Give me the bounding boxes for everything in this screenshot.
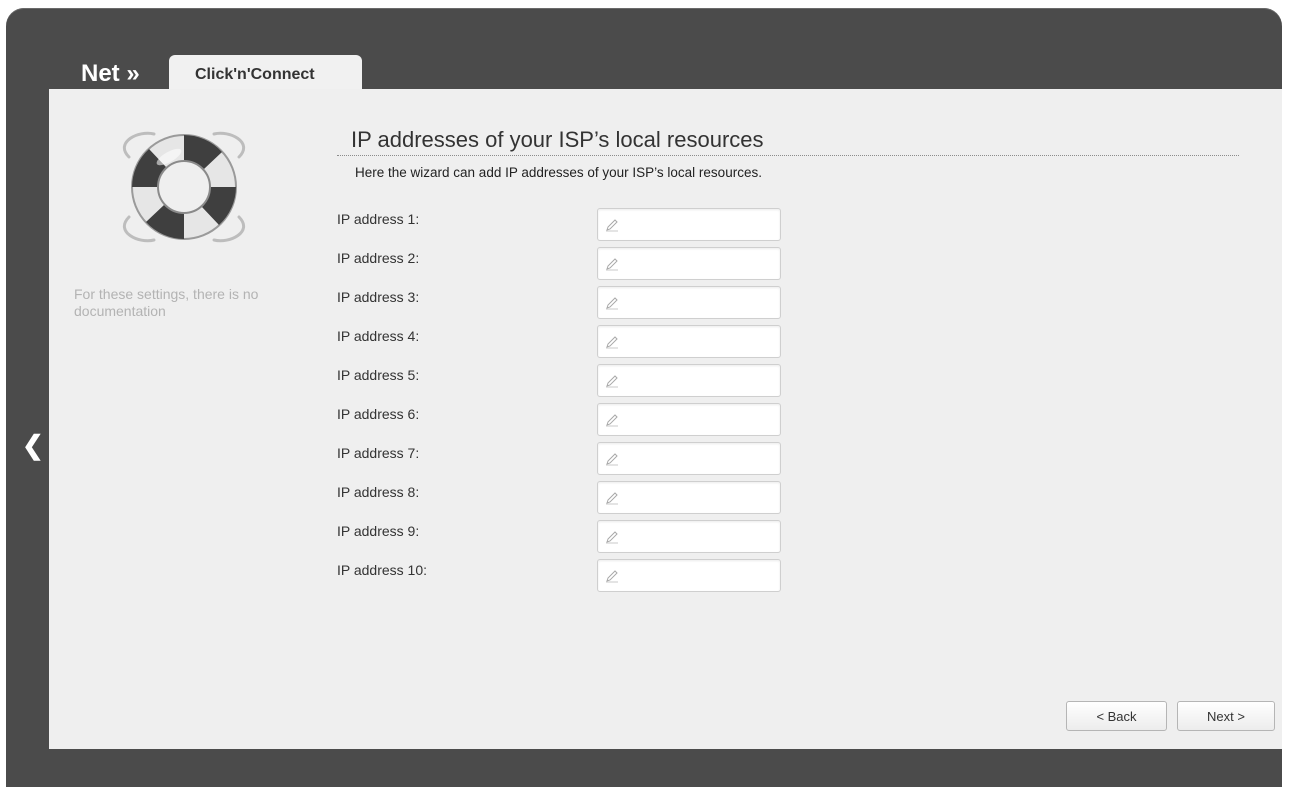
section-heading: IP addresses of your ISP’s local resourc…	[351, 127, 764, 152]
pencil-icon	[606, 336, 618, 349]
ip-address-2-field[interactable]	[597, 247, 781, 280]
ip-address-7-input[interactable]	[620, 448, 774, 470]
pencil-icon	[606, 570, 618, 583]
ip-address-row: IP address 9:	[337, 520, 797, 553]
ip-address-label: IP address 5:	[337, 367, 420, 383]
ip-address-label: IP address 4:	[337, 328, 420, 344]
ip-address-row: IP address 10:	[337, 559, 797, 592]
ip-address-8-field[interactable]	[597, 481, 781, 514]
content-panel: For these settings, there is no document…	[49, 89, 1282, 749]
ip-address-7-field[interactable]	[597, 442, 781, 475]
ip-address-label: IP address 2:	[337, 250, 420, 266]
pencil-icon	[606, 375, 618, 388]
pencil-icon	[606, 297, 618, 310]
ip-address-label: IP address 10:	[337, 562, 428, 578]
ip-address-6-input[interactable]	[620, 409, 774, 431]
ip-address-5-field[interactable]	[597, 364, 781, 397]
pencil-icon	[606, 453, 618, 466]
pencil-icon	[606, 258, 618, 271]
ip-address-5-input[interactable]	[620, 370, 774, 392]
ip-address-label: IP address 7:	[337, 445, 420, 461]
ip-address-3-input[interactable]	[620, 292, 774, 314]
page-title: Net »	[81, 60, 140, 87]
ip-address-row: IP address 8:	[337, 481, 797, 514]
chevron-left-icon[interactable]: ❮	[22, 430, 44, 461]
ip-address-1-field[interactable]	[597, 208, 781, 241]
ip-address-6-field[interactable]	[597, 403, 781, 436]
ip-address-label: IP address 6:	[337, 406, 420, 422]
ip-address-label: IP address 9:	[337, 523, 420, 539]
back-button[interactable]: < Back	[1066, 701, 1167, 731]
ip-address-10-input[interactable]	[620, 565, 774, 587]
ip-address-3-field[interactable]	[597, 286, 781, 319]
ip-address-4-field[interactable]	[597, 325, 781, 358]
ip-address-row: IP address 4:	[337, 325, 797, 358]
ip-address-8-input[interactable]	[620, 487, 774, 509]
ip-address-1-input[interactable]	[620, 214, 774, 236]
next-button[interactable]: Next >	[1177, 701, 1275, 731]
section-description: Here the wizard can add IP addresses of …	[355, 165, 762, 180]
ip-address-row: IP address 1:	[337, 208, 797, 241]
ip-address-9-input[interactable]	[620, 526, 774, 548]
ip-address-label: IP address 1:	[337, 211, 420, 227]
pencil-icon	[606, 219, 618, 232]
ip-address-row: IP address 6:	[337, 403, 797, 436]
ip-address-row: IP address 3:	[337, 286, 797, 319]
ip-address-row: IP address 7:	[337, 442, 797, 475]
pencil-icon	[606, 414, 618, 427]
pencil-icon	[606, 492, 618, 505]
ip-address-9-field[interactable]	[597, 520, 781, 553]
lifebuoy-icon	[122, 131, 246, 243]
ip-address-row: IP address 5:	[337, 364, 797, 397]
heading-divider	[337, 155, 1239, 156]
ip-address-10-field[interactable]	[597, 559, 781, 592]
ip-address-4-input[interactable]	[620, 331, 774, 353]
ip-address-label: IP address 8:	[337, 484, 420, 500]
ip-address-label: IP address 3:	[337, 289, 420, 305]
ip-address-row: IP address 2:	[337, 247, 797, 280]
ip-address-2-input[interactable]	[620, 253, 774, 275]
documentation-note: For these settings, there is no document…	[74, 286, 259, 319]
pencil-icon	[606, 531, 618, 544]
